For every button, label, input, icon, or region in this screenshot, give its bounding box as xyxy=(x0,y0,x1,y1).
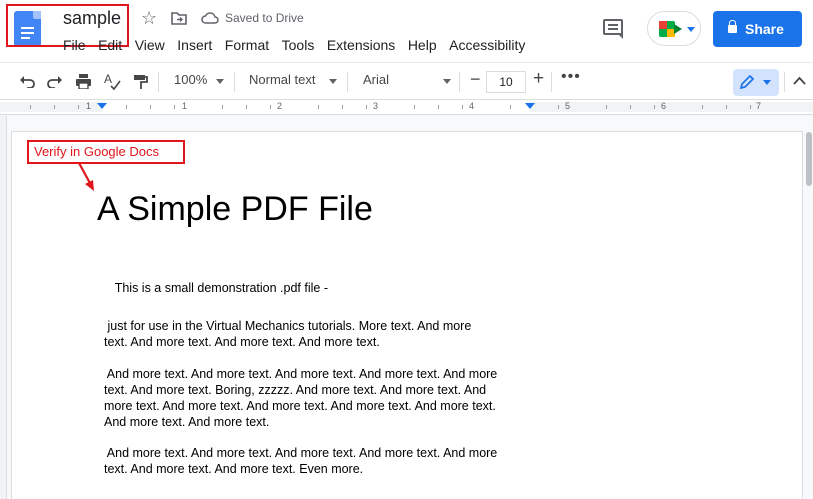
chevron-down-icon xyxy=(763,80,771,85)
ruler-number: 4 xyxy=(469,101,475,111)
right-indent-marker[interactable] xyxy=(525,103,535,109)
paragraph-line: And more text. And more text. And more t… xyxy=(104,446,498,460)
svg-text:A: A xyxy=(104,72,112,86)
share-button[interactable]: Share xyxy=(713,11,802,47)
horizontal-ruler[interactable]: 1 1 2 3 4 5 6 7 xyxy=(0,100,813,115)
chevron-up-icon[interactable] xyxy=(793,76,806,85)
increase-font-size-button[interactable]: + xyxy=(533,68,544,90)
ruler-number: 7 xyxy=(756,101,762,111)
spellcheck-icon[interactable]: A xyxy=(104,72,121,91)
style-select[interactable]: Normal text xyxy=(249,72,315,87)
paragraph-line: just for use in the Virtual Mechanics tu… xyxy=(104,319,472,333)
paint-format-icon[interactable] xyxy=(133,74,148,90)
share-label: Share xyxy=(745,21,784,37)
chevron-down-icon xyxy=(443,79,451,84)
chevron-down-icon xyxy=(216,79,224,84)
star-icon[interactable]: ☆ xyxy=(141,8,157,29)
left-indent-marker[interactable] xyxy=(97,103,107,109)
menu-insert[interactable]: Insert xyxy=(177,37,212,53)
more-options-icon[interactable]: ••• xyxy=(561,68,581,86)
chevron-down-icon xyxy=(687,27,695,32)
menu-bar: File Edit View Insert Format Tools Exten… xyxy=(63,37,538,53)
menu-extensions[interactable]: Extensions xyxy=(327,37,395,53)
meet-icon xyxy=(659,21,675,37)
ruler-number: 1 xyxy=(182,101,188,111)
paragraph-line: And more text. And more text. And more t… xyxy=(104,367,498,381)
lock-icon xyxy=(728,20,737,33)
google-docs-window: sample ☆ Saved to Drive File Edit View I… xyxy=(0,0,813,499)
scrollbar-thumb[interactable] xyxy=(806,132,812,186)
ruler-number: 6 xyxy=(661,101,667,111)
chevron-down-icon xyxy=(329,79,337,84)
ruler-number: 1 xyxy=(86,101,92,111)
menu-help[interactable]: Help xyxy=(408,37,437,53)
ruler-number: 2 xyxy=(277,101,283,111)
menu-view[interactable]: View xyxy=(135,37,165,53)
document-page[interactable] xyxy=(11,131,803,499)
paragraph-line: text. And more text. And more text. And … xyxy=(104,335,380,349)
ruler-number: 5 xyxy=(565,101,571,111)
menu-file[interactable]: File xyxy=(63,37,86,53)
font-size-input[interactable]: 10 xyxy=(486,71,526,93)
menu-tools[interactable]: Tools xyxy=(282,37,315,53)
cloud-saved-icon[interactable] xyxy=(201,11,219,24)
annotation-arrow-icon xyxy=(78,162,94,191)
menu-accessibility[interactable]: Accessibility xyxy=(449,37,525,53)
print-icon[interactable] xyxy=(75,74,92,89)
vertical-ruler[interactable] xyxy=(0,116,7,499)
app-header: sample ☆ Saved to Drive File Edit View I… xyxy=(0,0,813,62)
font-select[interactable]: Arial xyxy=(363,72,389,87)
move-folder-icon[interactable] xyxy=(171,11,187,25)
editing-mode-button[interactable] xyxy=(733,69,779,96)
paragraph-line: This is a small demonstration .pdf file … xyxy=(108,281,328,295)
paragraph-line: text. And more text. And more text. Even… xyxy=(104,462,364,476)
vertical-scrollbar[interactable] xyxy=(804,131,813,499)
meet-button[interactable] xyxy=(647,11,701,46)
formatting-toolbar: A 100% Normal text Arial − 10 + ••• xyxy=(0,62,813,100)
paragraph-line: text. And more text. Boring, zzzzz. And … xyxy=(104,383,487,397)
decrease-font-size-button[interactable]: − xyxy=(470,69,481,90)
zoom-select[interactable]: 100% xyxy=(174,72,207,87)
document-heading: A Simple PDF File xyxy=(97,190,373,228)
redo-icon[interactable] xyxy=(47,74,63,88)
saved-status: Saved to Drive xyxy=(225,11,304,25)
paragraph-line: And more text. And more text. xyxy=(104,415,270,429)
menu-format[interactable]: Format xyxy=(225,37,269,53)
ruler-number: 3 xyxy=(373,101,379,111)
annotation-label: Verify in Google Docs xyxy=(27,140,185,164)
pencil-icon xyxy=(739,75,754,90)
undo-icon[interactable] xyxy=(19,74,35,88)
menu-edit[interactable]: Edit xyxy=(98,37,122,53)
paragraph-line: more text. And more text. And more text.… xyxy=(104,399,496,413)
comment-history-icon[interactable] xyxy=(603,19,623,39)
